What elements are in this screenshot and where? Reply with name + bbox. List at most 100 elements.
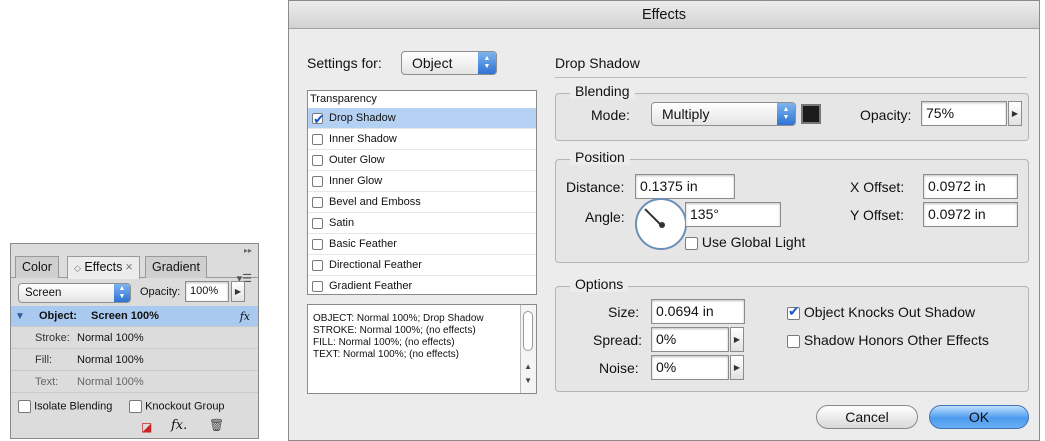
text-row-value: Normal 100% — [77, 376, 144, 388]
knockout-group-option[interactable]: Knockout Group — [129, 400, 225, 413]
list-item-outer-glow[interactable]: Outer Glow — [308, 150, 536, 171]
spread-field[interactable]: 0% — [651, 327, 729, 352]
size-field[interactable]: 0.0694 in — [651, 299, 745, 324]
list-item-drop-shadow[interactable]: Drop Shadow — [308, 108, 536, 130]
clear-effects-icon[interactable]: ◪ — [141, 420, 152, 434]
global-light-label: Use Global Light — [701, 234, 806, 250]
settings-for-select[interactable]: Object ▲ ▼ — [401, 51, 497, 75]
shadow-color-swatch[interactable] — [801, 104, 821, 124]
summary-scrollbar[interactable]: ▲ ▼ — [520, 305, 536, 393]
knocks-out-shadow-option[interactable]: Object Knocks Out Shadow — [787, 303, 975, 320]
panel-opacity-field[interactable]: 100% — [185, 281, 229, 302]
summary-line: FILL: Normal 100%; (no effects) — [313, 337, 455, 348]
disclosure-triangle-icon[interactable]: ▼ — [15, 306, 25, 327]
list-item-object[interactable]: ▼ Object: Screen 100% fx — [11, 306, 258, 327]
close-tab-icon[interactable]: × — [125, 260, 132, 274]
add-effect-icon[interactable]: fx. — [171, 418, 187, 433]
outer-glow-label: Outer Glow — [329, 154, 385, 166]
honors-other-effects-option[interactable]: Shadow Honors Other Effects — [787, 332, 989, 348]
x-offset-field[interactable]: 0.0972 in — [923, 174, 1018, 199]
inner-shadow-checkbox[interactable] — [312, 133, 323, 145]
blend-mode-select[interactable]: Screen ▲ ▼ — [18, 283, 131, 303]
tab-color[interactable]: Color — [15, 256, 59, 278]
directional-feather-checkbox[interactable] — [312, 259, 323, 271]
list-item-basic-feather[interactable]: Basic Feather — [308, 234, 536, 255]
panel-opacity-label: Opacity: — [140, 286, 181, 298]
scroll-down-icon[interactable]: ▼ — [524, 375, 532, 387]
panel-collapse-icon[interactable]: ▸▸ — [244, 246, 252, 255]
outer-glow-checkbox[interactable] — [312, 154, 323, 166]
blending-title: Blending — [570, 83, 635, 99]
list-item-bevel-emboss[interactable]: Bevel and Emboss — [308, 192, 536, 213]
blend-mode-dialog-select[interactable]: Multiply ▲ ▼ — [651, 102, 796, 126]
effects-list[interactable]: Transparency Drop Shadow Inner Shadow Ou… — [307, 90, 537, 295]
effects-panel: ▸▸ Color ◇ Effects × Gradient ▾☰ Screen ▲… — [10, 243, 259, 439]
blend-mode-dialog-value: Multiply — [662, 106, 710, 122]
noise-stepper[interactable]: ▶ — [730, 355, 744, 380]
panel-opacity-stepper[interactable]: ▶ — [231, 281, 245, 302]
angle-field[interactable]: 135° — [685, 202, 781, 227]
blend-opacity-field[interactable]: 75% — [921, 101, 1007, 126]
list-item-directional-feather[interactable]: Directional Feather — [308, 255, 536, 276]
tab-effects-label: Effects — [84, 260, 123, 274]
honors-other-effects-label: Shadow Honors Other Effects — [803, 332, 989, 348]
tab-gradient[interactable]: Gradient — [145, 256, 207, 278]
bevel-emboss-checkbox[interactable] — [312, 196, 323, 208]
inner-shadow-label: Inner Shadow — [329, 133, 397, 145]
effects-dialog: Effects Settings for: Object ▲ ▼ Drop Sha… — [288, 0, 1040, 441]
tab-effects[interactable]: ◇ Effects × — [67, 256, 140, 279]
angle-dial[interactable] — [635, 198, 687, 250]
y-offset-label: Y Offset: — [850, 207, 904, 223]
ok-button[interactable]: OK — [929, 405, 1029, 429]
global-light-option[interactable]: Use Global Light — [685, 234, 805, 250]
inner-glow-checkbox[interactable] — [312, 175, 323, 187]
isolate-blending-checkbox[interactable] — [18, 400, 31, 413]
ok-button-label: OK — [968, 409, 990, 425]
blend-opacity-value: 75% — [926, 105, 955, 121]
scrollbar-thumb[interactable] — [523, 311, 533, 351]
isolate-blending-option[interactable]: Isolate Blending — [18, 400, 112, 413]
angle-value: 135° — [690, 206, 719, 222]
noise-field[interactable]: 0% — [651, 355, 729, 380]
scroll-up-icon[interactable]: ▲ — [524, 361, 532, 373]
cancel-button[interactable]: Cancel — [816, 405, 918, 429]
y-offset-value: 0.0972 in — [928, 206, 986, 222]
list-item-stroke[interactable]: Stroke: Normal 100% — [11, 328, 258, 349]
list-item-fill[interactable]: Fill: Normal 100% — [11, 350, 258, 371]
satin-checkbox[interactable] — [312, 217, 323, 229]
size-label: Size: — [608, 304, 640, 320]
settings-for-value: Object — [412, 55, 453, 71]
list-item-inner-glow[interactable]: Inner Glow — [308, 171, 536, 192]
knockout-group-checkbox[interactable] — [129, 400, 142, 413]
triangle-right-icon: ▶ — [733, 335, 741, 344]
effects-summary: OBJECT: Normal 100%; Drop Shadow STROKE:… — [307, 304, 537, 394]
cancel-button-label: Cancel — [845, 409, 889, 425]
drop-shadow-checkbox[interactable] — [312, 109, 325, 130]
spread-stepper[interactable]: ▶ — [730, 327, 744, 352]
list-item-text[interactable]: Text: Normal 100% — [11, 372, 258, 393]
blend-opacity-stepper[interactable]: ▶ — [1008, 101, 1022, 126]
section-title: Drop Shadow — [555, 55, 640, 71]
basic-feather-checkbox[interactable] — [312, 238, 323, 250]
honors-other-effects-checkbox[interactable] — [787, 334, 800, 348]
knocks-out-shadow-checkbox[interactable] — [787, 303, 800, 320]
trash-icon[interactable]: 🗑 — [209, 418, 224, 432]
global-light-checkbox[interactable] — [685, 236, 698, 250]
gradient-feather-checkbox[interactable] — [312, 280, 323, 292]
list-item-gradient-feather[interactable]: Gradient Feather — [308, 276, 536, 297]
distance-value: 0.1375 in — [640, 178, 698, 194]
list-item-inner-shadow[interactable]: Inner Shadow — [308, 129, 536, 150]
noise-value: 0% — [656, 359, 677, 375]
x-offset-label: X Offset: — [850, 179, 905, 195]
x-offset-value: 0.0972 in — [928, 178, 986, 194]
distance-field[interactable]: 0.1375 in — [635, 174, 735, 199]
distance-label: Distance: — [566, 179, 625, 195]
tab-gradient-label: Gradient — [152, 260, 200, 274]
list-item-satin[interactable]: Satin — [308, 213, 536, 234]
y-offset-field[interactable]: 0.0972 in — [923, 202, 1018, 227]
object-row-value: Screen 100% — [91, 310, 159, 322]
stroke-row-value: Normal 100% — [77, 332, 144, 344]
bevel-emboss-label: Bevel and Emboss — [329, 196, 421, 208]
fx-icon[interactable]: fx — [240, 306, 250, 327]
satin-label: Satin — [329, 217, 355, 229]
